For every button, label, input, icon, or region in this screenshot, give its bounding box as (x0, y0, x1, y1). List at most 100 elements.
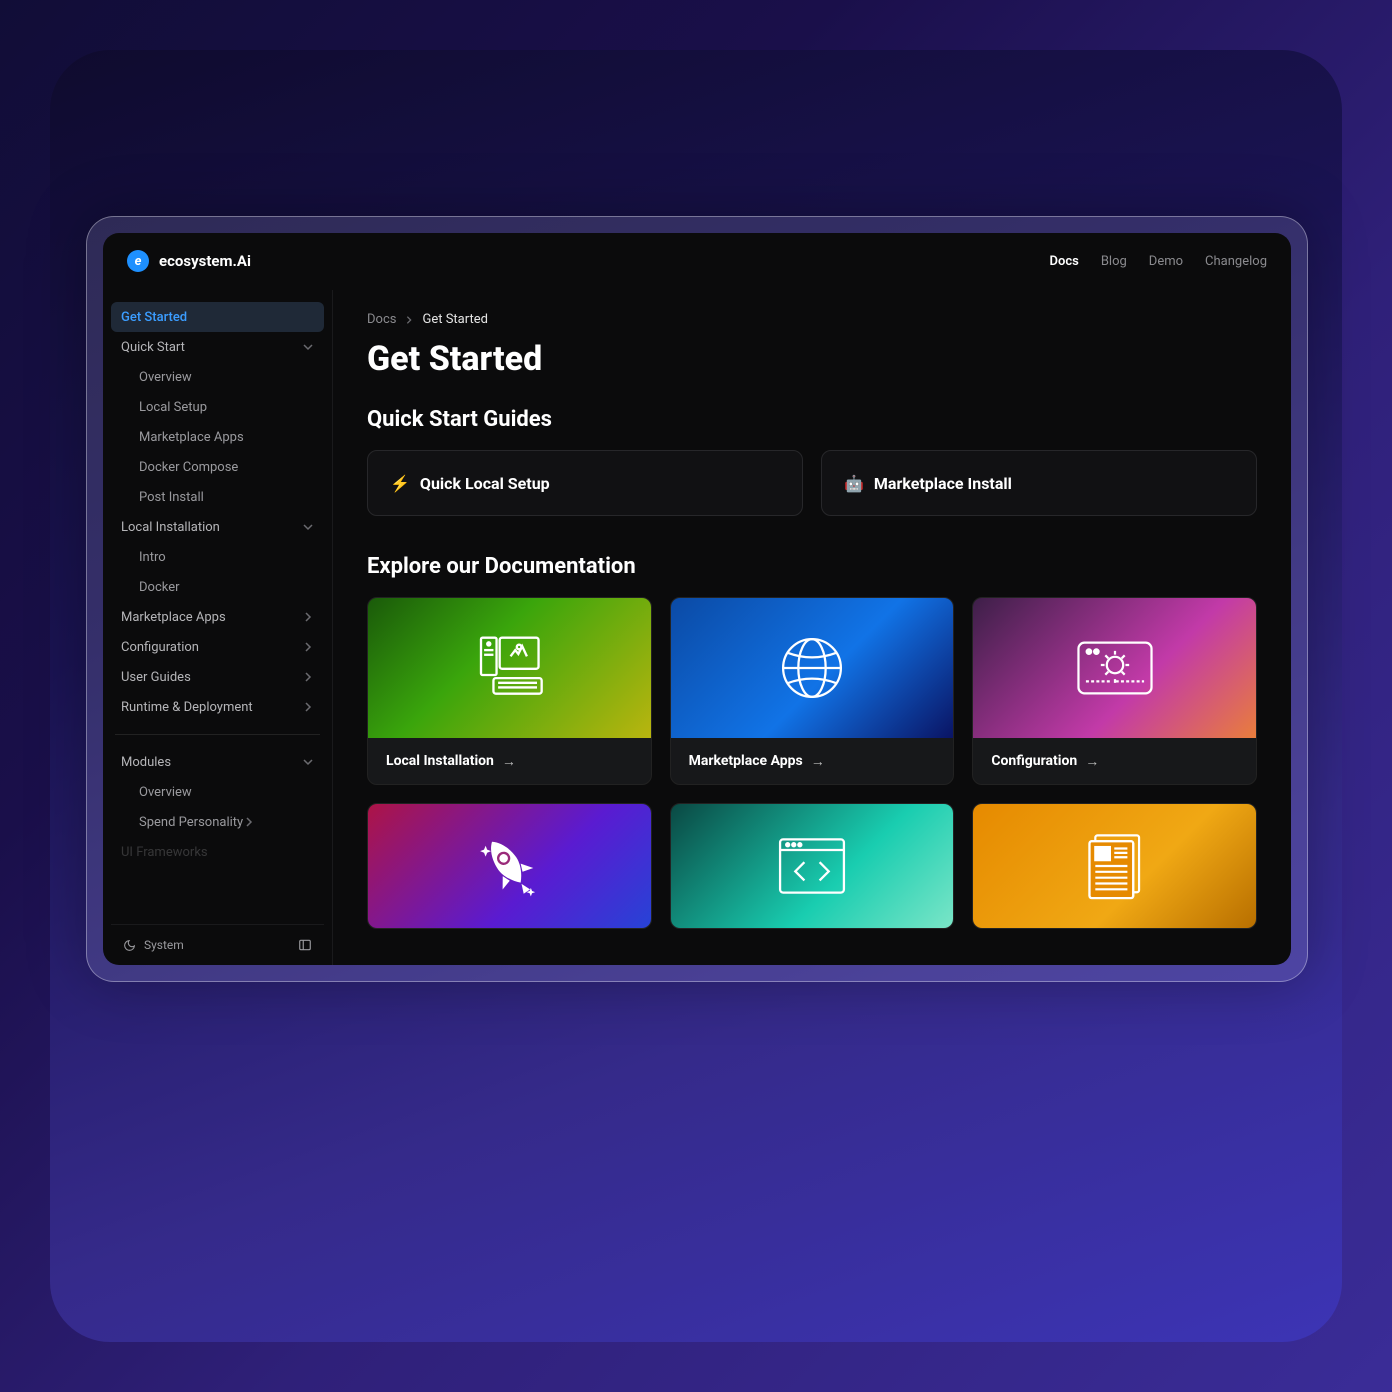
chevron-right-icon (302, 611, 314, 623)
sidebar-sub-intro[interactable]: Intro (111, 542, 324, 572)
sidebar-item-label: Runtime & Deployment (121, 700, 253, 715)
sidebar-item-label: Post Install (139, 490, 204, 505)
sidebar-item-label: Get Started (121, 310, 187, 325)
sidebar-sub-marketplace-apps[interactable]: Marketplace Apps (111, 422, 324, 452)
sidebar-divider (115, 734, 320, 735)
doc-card-news[interactable] (972, 803, 1257, 929)
sidebar-sub-docker-compose[interactable]: Docker Compose (111, 452, 324, 482)
bolt-icon: ⚡ (390, 474, 410, 493)
sidebar-item-ui-frameworks[interactable]: UI Frameworks (111, 837, 324, 867)
sidebar-item-quick-start[interactable]: Quick Start (111, 332, 324, 362)
nav-changelog[interactable]: Changelog (1205, 254, 1267, 269)
app-header: e ecosystem.Ai Docs Blog Demo Changelog (103, 233, 1291, 290)
doc-card-hero (368, 804, 651, 928)
chevron-right-icon (302, 671, 314, 683)
nav-demo[interactable]: Demo (1149, 254, 1183, 269)
sidebar-scroll[interactable]: Get Started Quick Start Overview Local S… (111, 302, 324, 924)
sidebar-item-runtime-deployment[interactable]: Runtime & Deployment (111, 692, 324, 722)
chevron-down-icon (302, 341, 314, 353)
nav-docs[interactable]: Docs (1050, 254, 1079, 269)
quick-card-marketplace-install[interactable]: 🤖 Marketplace Install (821, 450, 1257, 516)
sidebar-item-label: Local Installation (121, 520, 220, 535)
doc-card-label: Configuration (991, 753, 1077, 769)
sidebar: Get Started Quick Start Overview Local S… (103, 290, 333, 965)
sidebar-item-get-started[interactable]: Get Started (111, 302, 324, 332)
arrow-right-icon: → (811, 753, 825, 770)
chevron-right-icon (302, 701, 314, 713)
doc-card-marketplace-apps[interactable]: Marketplace Apps→ (670, 597, 955, 785)
arrow-right-icon: → (502, 753, 516, 770)
sidebar-sub-post-install[interactable]: Post Install (111, 482, 324, 512)
brand-logo-icon: e (127, 250, 149, 272)
sidebar-sub-overview-2[interactable]: Overview (111, 777, 324, 807)
settings-panel-icon (1074, 637, 1156, 699)
chevron-down-icon (302, 756, 314, 768)
doc-card-hero (671, 804, 954, 928)
doc-card-configuration[interactable]: Configuration → (972, 597, 1257, 785)
sidebar-item-label: Docker Compose (139, 460, 238, 475)
doc-card-hero (973, 804, 1256, 928)
quick-card-label: Marketplace Install (874, 474, 1012, 493)
doc-card-footer: Configuration → (973, 738, 1256, 784)
quick-card-label: Quick Local Setup (420, 474, 550, 493)
quick-card-local-setup[interactable]: ⚡ Quick Local Setup (367, 450, 803, 516)
newspaper-icon (1082, 831, 1148, 901)
sidebar-item-label: Quick Start (121, 340, 185, 355)
sidebar-item-label: Marketplace Apps (121, 610, 226, 625)
arrow-right-icon: → (1085, 753, 1099, 770)
breadcrumb-root[interactable]: Docs (367, 312, 396, 327)
theme-label[interactable]: System (144, 938, 184, 952)
sidebar-item-label: Modules (121, 755, 171, 770)
sidebar-item-label: Docker (139, 580, 180, 595)
main-content: Docs Get Started Get Started Quick Start… (333, 290, 1291, 965)
sidebar-sub-local-setup[interactable]: Local Setup (111, 392, 324, 422)
sidebar-item-label: Marketplace Apps (139, 430, 244, 445)
moon-icon[interactable] (123, 939, 136, 952)
app-body: Get Started Quick Start Overview Local S… (103, 290, 1291, 965)
computer-icon (470, 633, 548, 703)
sidebar-item-label: UI Frameworks (121, 845, 208, 860)
window-frame: e ecosystem.Ai Docs Blog Demo Changelog … (86, 216, 1308, 982)
top-nav: Docs Blog Demo Changelog (1050, 254, 1267, 269)
sidebar-item-label: User Guides (121, 670, 191, 685)
sidebar-item-marketplace-apps[interactable]: Marketplace Apps (111, 602, 324, 632)
page-title: Get Started (367, 339, 1257, 379)
brand[interactable]: e ecosystem.Ai (127, 250, 251, 272)
globe-icon (774, 630, 850, 706)
nav-blog[interactable]: Blog (1101, 254, 1127, 269)
chevron-down-icon (302, 521, 314, 533)
quick-start-row: ⚡ Quick Local Setup 🤖 Marketplace Instal… (367, 450, 1257, 516)
doc-card-rocket[interactable] (367, 803, 652, 929)
sidebar-sub-spend-personality[interactable]: Spend Personality (111, 807, 324, 837)
sidebar-item-local-installation[interactable]: Local Installation (111, 512, 324, 542)
rocket-icon (470, 827, 548, 905)
sidebar-item-modules[interactable]: Modules (111, 747, 324, 777)
code-window-icon (774, 833, 850, 899)
doc-card-local-installation[interactable]: Local Installation → (367, 597, 652, 785)
quick-start-heading: Quick Start Guides (367, 407, 1257, 432)
doc-card-hero (671, 598, 954, 738)
app-window: e ecosystem.Ai Docs Blog Demo Changelog … (103, 233, 1291, 965)
chevron-right-icon (302, 641, 314, 653)
sidebar-item-label: Configuration (121, 640, 199, 655)
doc-card-code[interactable] (670, 803, 955, 929)
doc-card-hero (368, 598, 651, 738)
doc-card-hero (973, 598, 1256, 738)
sidebar-item-user-guides[interactable]: User Guides (111, 662, 324, 692)
breadcrumb: Docs Get Started (367, 312, 1257, 327)
sidebar-item-label: Intro (139, 550, 166, 565)
brand-name: ecosystem.Ai (159, 252, 251, 270)
sidebar-item-label: Spend Personality (139, 815, 243, 830)
sidebar-item-label: Local Setup (139, 400, 207, 415)
doc-card-footer: Marketplace Apps→ (671, 738, 954, 784)
doc-card-label: Local Installation (386, 753, 494, 769)
sidebar-sub-docker[interactable]: Docker (111, 572, 324, 602)
panel-collapse-icon[interactable] (298, 938, 312, 952)
breadcrumb-current: Get Started (422, 312, 487, 327)
chevron-right-icon (243, 816, 255, 828)
doc-grid: Local Installation→ Marketplace (367, 597, 1257, 929)
sidebar-footer: System (111, 924, 324, 965)
sidebar-item-configuration[interactable]: Configuration (111, 632, 324, 662)
sidebar-sub-overview[interactable]: Overview (111, 362, 324, 392)
doc-card-footer: Local Installation → (368, 738, 651, 784)
